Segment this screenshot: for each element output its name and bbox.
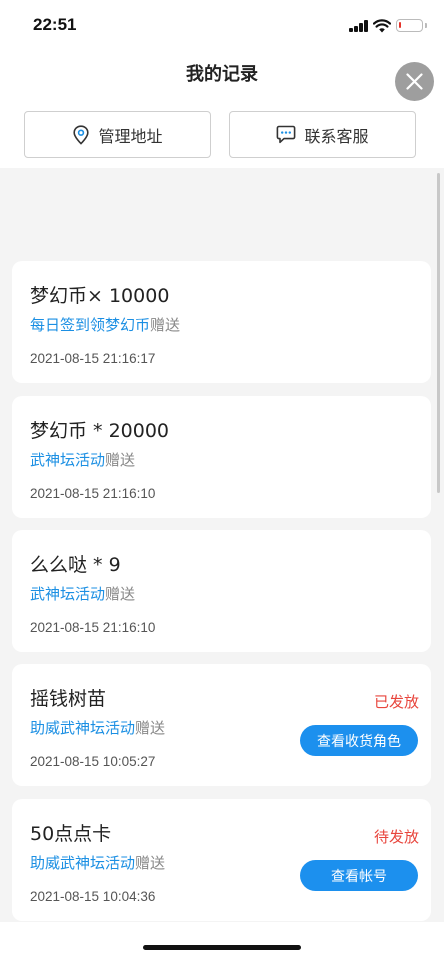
- contact-service-button[interactable]: 联系客服: [229, 111, 416, 158]
- record-title: 么么哒 * 9: [30, 554, 121, 576]
- record-source-link[interactable]: 助威武神坛活动: [30, 719, 135, 737]
- record-card: 梦幻币 * 20000 武神坛活动赠送 2021-08-15 21:16:10: [12, 396, 431, 518]
- record-source-suffix: 赠送: [105, 585, 136, 603]
- close-icon: [406, 73, 423, 90]
- chat-bubble-icon: [276, 125, 296, 144]
- status-bar: 22:51: [0, 0, 444, 52]
- record-list[interactable]: 梦幻币× 10000 每日签到领梦幻币赠送 2021-08-15 21:16:1…: [0, 168, 444, 922]
- record-source-link[interactable]: 每日签到领梦幻币: [30, 316, 150, 334]
- record-card: 么么哒 * 9 武神坛活动赠送 2021-08-15 21:16:10: [12, 530, 431, 652]
- record-title: 50点点卡: [30, 823, 112, 845]
- location-pin-icon: [72, 124, 90, 145]
- record-source: 武神坛活动赠送: [30, 449, 135, 470]
- record-source-suffix: 赠送: [150, 316, 181, 334]
- record-source: 每日签到领梦幻币赠送: [30, 314, 180, 335]
- record-source: 助威武神坛活动赠送: [30, 852, 165, 873]
- battery-level: [399, 22, 401, 28]
- wifi-icon: [373, 19, 391, 33]
- view-account-button[interactable]: 查看帐号: [300, 860, 418, 891]
- record-title: 梦幻币× 10000: [30, 285, 170, 307]
- record-source-suffix: 赠送: [105, 451, 136, 469]
- record-status-badge: 待发放: [373, 828, 419, 846]
- home-indicator[interactable]: [143, 945, 301, 950]
- record-source-link[interactable]: 武神坛活动: [30, 585, 105, 603]
- scrollbar[interactable]: [437, 173, 440, 493]
- status-time: 22:51: [33, 15, 77, 34]
- record-title: 摇钱树苗: [30, 688, 107, 710]
- signal-icon: [349, 20, 369, 32]
- manage-address-label: 管理地址: [98, 126, 163, 146]
- record-time: 2021-08-15 10:04:36: [30, 889, 156, 904]
- record-time: 2021-08-15 21:16:17: [30, 351, 156, 366]
- record-card: 梦幻币× 10000 每日签到领梦幻币赠送 2021-08-15 21:16:1…: [12, 261, 431, 383]
- record-time: 2021-08-15 21:16:10: [30, 620, 156, 635]
- record-card: 50点点卡 待发放 助威武神坛活动赠送 查看帐号 2021-08-15 10:0…: [12, 799, 431, 921]
- record-card: 摇钱树苗 已发放 助威武神坛活动赠送 查看收货角色 2021-08-15 10:…: [12, 664, 431, 786]
- home-indicator-area: [0, 922, 444, 960]
- battery-tip: [425, 23, 427, 28]
- record-source-link[interactable]: 助威武神坛活动: [30, 854, 135, 872]
- record-source-suffix: 赠送: [135, 854, 166, 872]
- record-source-link[interactable]: 武神坛活动: [30, 451, 105, 469]
- page-title: 我的记录: [186, 64, 258, 85]
- record-time: 2021-08-15 21:16:10: [30, 486, 156, 501]
- record-source-suffix: 赠送: [135, 719, 166, 737]
- record-source: 武神坛活动赠送: [30, 583, 135, 604]
- record-time: 2021-08-15 10:05:27: [30, 754, 156, 769]
- view-receiving-role-button[interactable]: 查看收货角色: [300, 725, 418, 756]
- record-title: 梦幻币 * 20000: [30, 420, 170, 442]
- contact-service-label: 联系客服: [304, 126, 369, 146]
- battery-icon: [396, 19, 423, 32]
- close-button[interactable]: [395, 62, 434, 101]
- manage-address-button[interactable]: 管理地址: [24, 111, 211, 158]
- record-source: 助威武神坛活动赠送: [30, 717, 165, 738]
- record-status-badge: 已发放: [373, 693, 419, 711]
